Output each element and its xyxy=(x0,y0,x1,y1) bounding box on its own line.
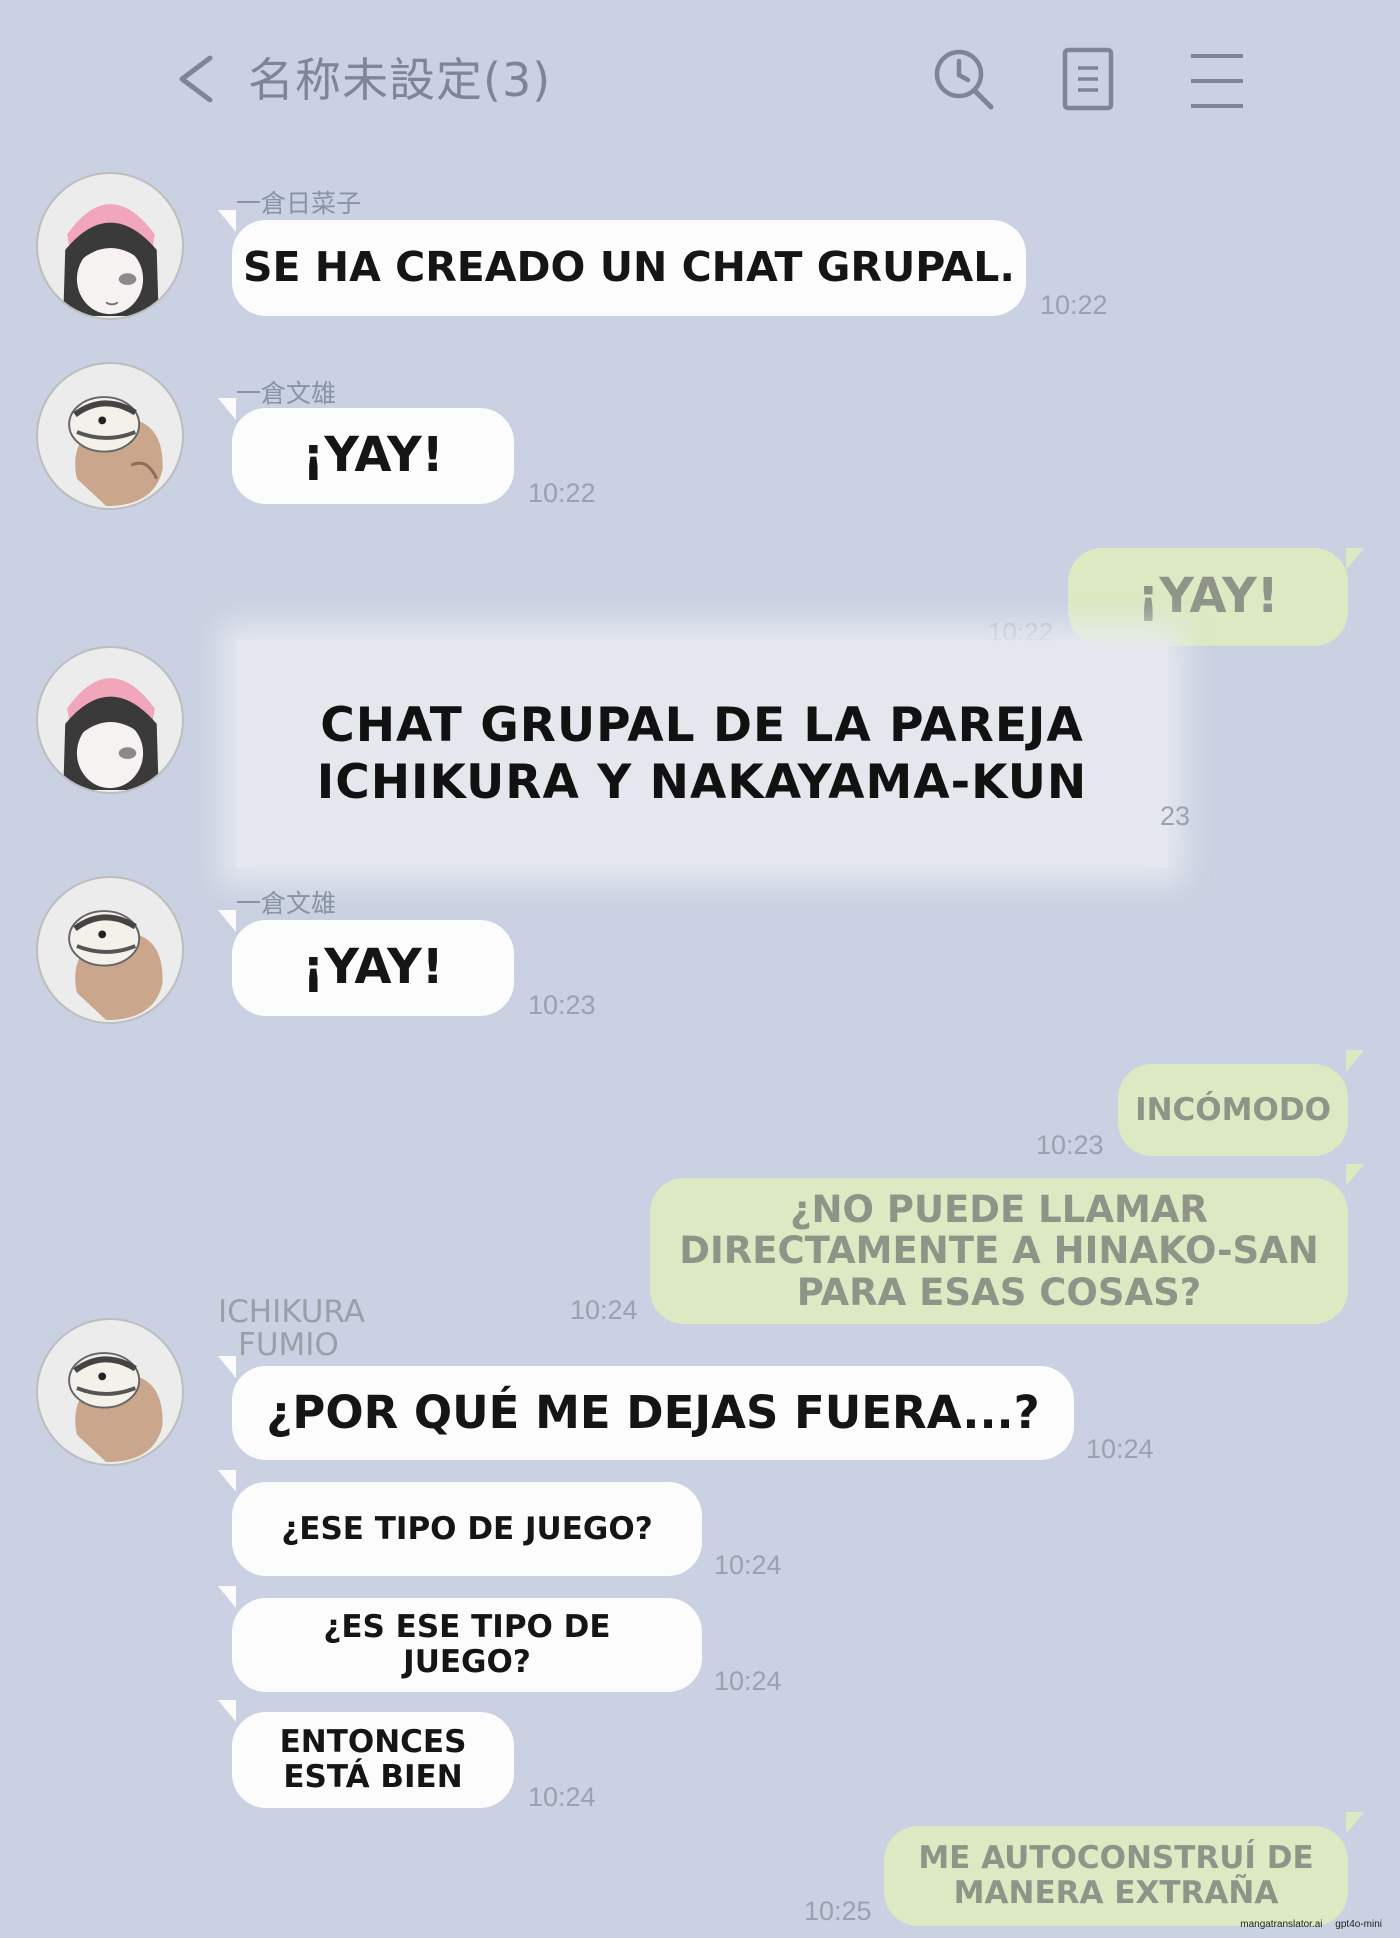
notes-button[interactable] xyxy=(1052,44,1122,114)
search-history-button[interactable] xyxy=(928,44,998,114)
message-bubble[interactable]: ¿POR QUÉ ME DEJAS FUERA...? xyxy=(232,1366,1074,1460)
message-time: 10:24 xyxy=(528,1782,596,1812)
caption-overlay: CHAT GRUPAL DE LA PAREJA ICHIKURA Y NAKA… xyxy=(236,640,1168,868)
message-text: SE HA CREADO UN CHAT GRUPAL. xyxy=(243,243,1015,292)
message-text: ¿POR QUÉ ME DEJAS FUERA...? xyxy=(266,1385,1040,1439)
sender-label-line: ICHIKURA xyxy=(218,1294,365,1330)
message-text: ¿ESE TIPO DE JUEGO? xyxy=(281,1510,653,1547)
bubble-tail xyxy=(1346,1164,1364,1186)
bubble-tail xyxy=(218,910,236,932)
avatar-hinako[interactable] xyxy=(36,172,184,320)
notes-icon xyxy=(1062,47,1114,111)
bubble-tail xyxy=(218,1700,236,1722)
message-time: 10:24 xyxy=(570,1295,638,1325)
bubble-tail xyxy=(1346,548,1364,570)
message-time: 10:23 xyxy=(1036,1130,1104,1160)
message-bubble[interactable]: ¿NO PUEDE LLAMAR DIRECTAMENTE A HINAKO-S… xyxy=(650,1178,1348,1324)
bird-avatar-icon xyxy=(68,396,163,507)
caption-line: CHAT GRUPAL DE LA PAREJA xyxy=(320,697,1084,753)
message-text: ¡YAY! xyxy=(1137,568,1279,625)
menu-icon xyxy=(1191,54,1243,108)
watermark: mangatranslator.ai gpt4o-mini xyxy=(1230,1919,1382,1930)
avatar-fumio[interactable] xyxy=(36,876,184,1024)
avatar-fumio[interactable] xyxy=(36,1318,184,1466)
message-line: DIRECTAMENTE A HINAKO-SAN xyxy=(679,1229,1319,1273)
message-line: JUEGO? xyxy=(403,1644,531,1680)
message-time: 10:22 xyxy=(1040,290,1108,320)
sender-name: 一倉文雄 xyxy=(236,889,337,918)
message-bubble[interactable]: INCÓMODO xyxy=(1118,1064,1348,1156)
chat-title: 名称未設定(3) xyxy=(248,53,552,107)
sender-name: 一倉日菜子 xyxy=(236,189,362,218)
message-time: 10:25 xyxy=(804,1896,872,1926)
message-bubble[interactable]: SE HA CREADO UN CHAT GRUPAL. xyxy=(232,220,1026,316)
message-bubble[interactable]: ENTONCES ESTÁ BIEN xyxy=(232,1712,514,1808)
message-time: 10:23 xyxy=(528,990,596,1020)
message-line: ESTÁ BIEN xyxy=(283,1759,463,1795)
message-text: ¡YAY! xyxy=(302,939,444,996)
message-line: ¿ES ESE TIPO DE xyxy=(323,1609,611,1646)
bubble-tail xyxy=(218,398,236,420)
message-bubble[interactable]: ¡YAY! xyxy=(232,920,514,1016)
caption-line: ICHIKURA Y NAKAYAMA-KUN xyxy=(316,755,1088,810)
clock-search-icon xyxy=(934,49,994,110)
message-time: 10:22 xyxy=(528,478,596,508)
sender-name: 一倉文雄 xyxy=(236,379,337,408)
message-line: PARA ESAS COSAS? xyxy=(796,1270,1202,1314)
back-chevron-icon xyxy=(179,55,213,103)
sender-label-line: FUMIO xyxy=(238,1326,339,1363)
bubble-tail xyxy=(218,210,236,232)
message-time: 10:24 xyxy=(1086,1434,1154,1464)
girl-avatar-icon xyxy=(63,678,159,791)
message-bubble[interactable]: ¿ES ESE TIPO DE JUEGO? xyxy=(232,1598,702,1692)
message-time: 10:24 xyxy=(714,1666,782,1696)
message-time: 10:24 xyxy=(714,1550,782,1580)
menu-button[interactable] xyxy=(1180,44,1250,114)
girl-avatar-icon xyxy=(63,204,159,317)
bubble-tail xyxy=(218,1586,236,1608)
message-text: INCÓMODO xyxy=(1135,1091,1331,1128)
bird-avatar-icon xyxy=(68,1352,163,1463)
avatar-hinako[interactable] xyxy=(36,646,184,794)
message-line: MANERA EXTRAÑA xyxy=(953,1875,1279,1911)
watermark-text: mangatranslator.ai xyxy=(1240,1919,1323,1930)
bubble-tail xyxy=(1346,1050,1364,1072)
message-line: ENTONCES xyxy=(279,1724,467,1761)
bubble-tail xyxy=(1346,1812,1364,1834)
message-text: ¡YAY! xyxy=(302,427,444,484)
message-time: 23 xyxy=(1160,801,1191,831)
sender-label: ICHIKURA FUMIO xyxy=(218,1296,365,1361)
avatar-fumio[interactable] xyxy=(36,362,184,510)
back-button[interactable] xyxy=(172,46,222,112)
watermark-text: gpt4o-mini xyxy=(1335,1919,1382,1930)
message-line: ¿NO PUEDE LLAMAR xyxy=(790,1187,1208,1231)
message-bubble[interactable]: ¡YAY! xyxy=(232,408,514,504)
message-line: ME AUTOCONSTRUÍ DE xyxy=(918,1840,1314,1877)
bird-avatar-icon xyxy=(68,910,163,1021)
bubble-tail xyxy=(218,1356,236,1378)
bubble-tail xyxy=(218,1470,236,1492)
message-bubble[interactable]: ¿ESE TIPO DE JUEGO? xyxy=(232,1482,702,1576)
message-bubble[interactable]: ME AUTOCONSTRUÍ DE MANERA EXTRAÑA xyxy=(884,1826,1348,1926)
message-bubble[interactable]: ¡YAY! xyxy=(1068,548,1348,646)
